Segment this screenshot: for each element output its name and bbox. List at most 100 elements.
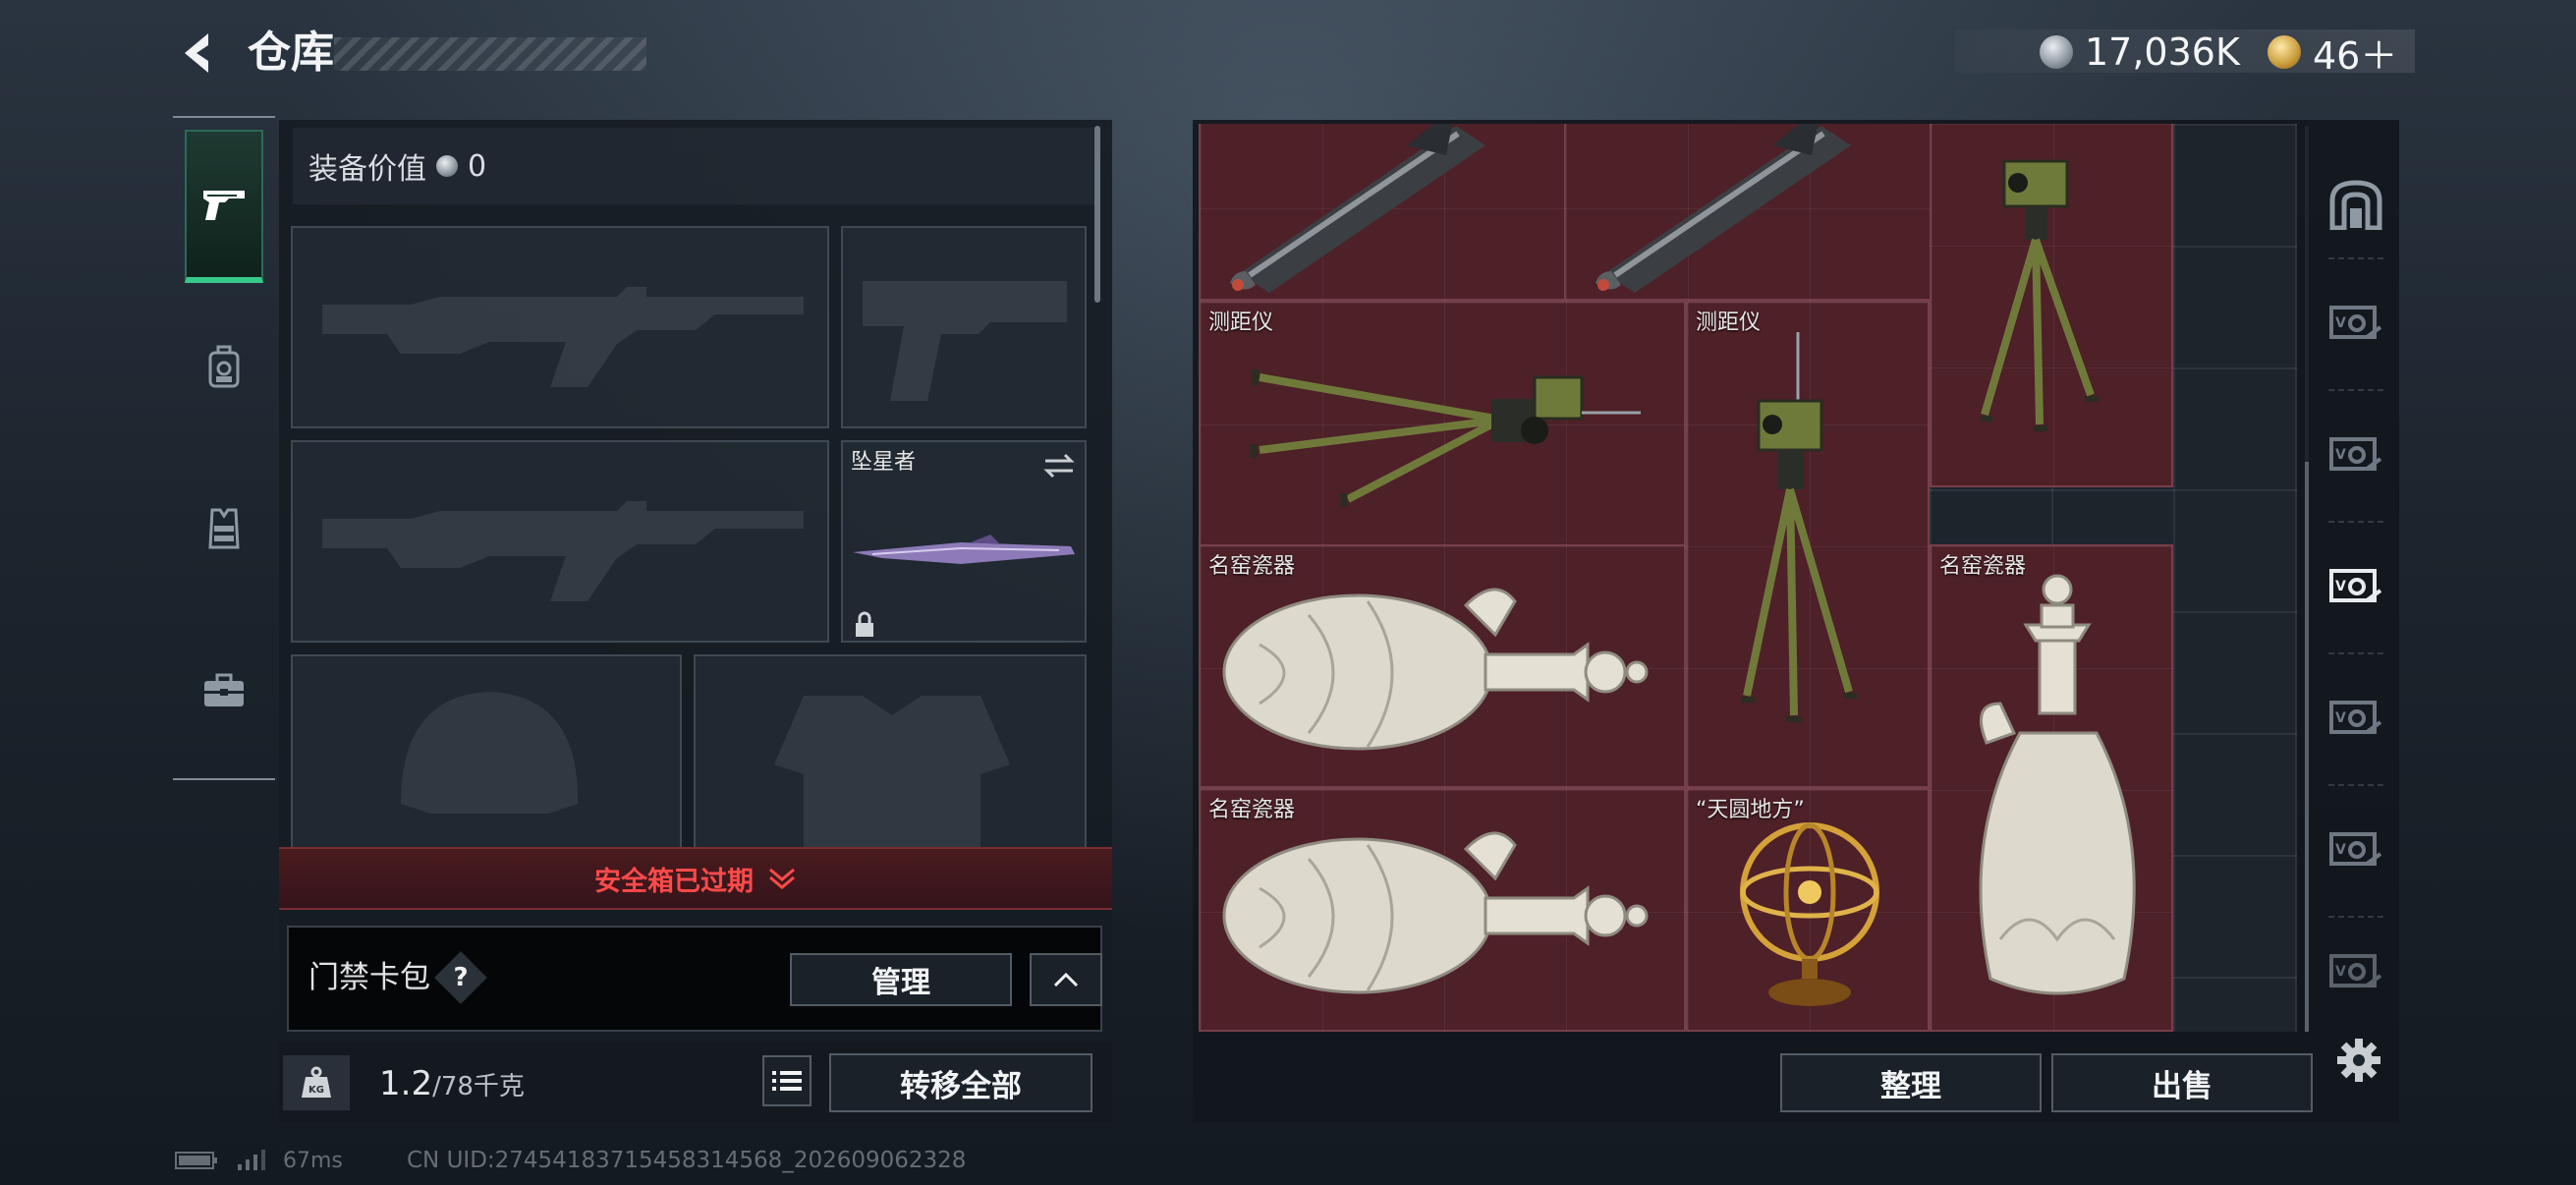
stash-item-armillary[interactable]: “天圆地方” bbox=[1686, 788, 1930, 1032]
equipment-scrollbar[interactable] bbox=[1094, 126, 1100, 303]
silver-coin-icon bbox=[436, 155, 458, 177]
safebox-expired-bar[interactable]: 安全箱已过期 bbox=[279, 847, 1112, 910]
lock-icon bbox=[856, 611, 873, 637]
primary-weapon-slot[interactable] bbox=[291, 226, 829, 428]
backpack-icon bbox=[208, 345, 240, 388]
manage-button[interactable]: 管理 bbox=[790, 953, 1012, 1006]
keycard-pack-label: 门禁卡包 bbox=[308, 960, 430, 995]
sell-button[interactable]: 出售 bbox=[2051, 1053, 2313, 1112]
gold-amount: 46＋ bbox=[2313, 33, 2398, 78]
settings-button[interactable] bbox=[2330, 1032, 2387, 1089]
rangefinder-icon bbox=[1250, 369, 1641, 507]
stash-item-porcelain[interactable]: 名窑瓷器 bbox=[1930, 544, 2173, 1032]
weight-current: 1.2 bbox=[379, 1064, 433, 1103]
pistol-silhouette-icon bbox=[863, 281, 1067, 401]
rail-divider bbox=[2328, 652, 2383, 654]
helmet-silhouette-icon bbox=[401, 692, 579, 814]
svg-text:V: V bbox=[2335, 710, 2346, 726]
stash-item-porcelain[interactable]: 名窑瓷器 bbox=[1199, 788, 1686, 1032]
equipment-value-label: 装备价值 bbox=[308, 152, 426, 187]
equipment-value-amount: 0 bbox=[468, 148, 487, 184]
weight-capacity: /78千克 bbox=[432, 1072, 525, 1101]
equipment-value: 装备价值 0 bbox=[293, 128, 1094, 204]
status-bar: 67ms bbox=[175, 1144, 343, 1177]
tab-case[interactable] bbox=[185, 617, 263, 764]
rail-divider bbox=[2328, 521, 2383, 523]
ping-value: 67ms bbox=[283, 1148, 343, 1173]
stash-item-rangefinder[interactable]: 测距仪 bbox=[1199, 301, 1686, 546]
swap-icon[interactable] bbox=[1041, 452, 1077, 480]
vest-icon bbox=[208, 508, 240, 549]
page-title: 仓库 bbox=[248, 28, 334, 78]
rangefinder-icon bbox=[1741, 332, 1857, 722]
collapse-button[interactable] bbox=[1030, 953, 1102, 1006]
stash-item-rangefinder[interactable]: 测距仪 bbox=[1686, 301, 1930, 788]
rail-item-page-4[interactable]: V bbox=[2317, 658, 2395, 776]
pistol-icon bbox=[203, 191, 245, 220]
svg-text:V: V bbox=[2335, 964, 2346, 980]
stash-item-rangefinder[interactable] bbox=[1930, 124, 2173, 487]
gold-currency[interactable]: 46＋ bbox=[2268, 26, 2397, 79]
armor-silhouette-icon bbox=[774, 696, 1010, 849]
user-uid: CN UID:274541837154583145​68_20260906232… bbox=[407, 1148, 967, 1173]
rail-divider bbox=[2328, 389, 2383, 391]
porcelain-vase-icon bbox=[1222, 588, 1649, 751]
tab-weapon[interactable] bbox=[185, 130, 263, 283]
rail-divider bbox=[2328, 916, 2383, 918]
list-icon bbox=[772, 1071, 802, 1091]
gear-icon bbox=[2337, 1039, 2380, 1082]
rail-item-home[interactable] bbox=[2317, 145, 2395, 263]
svg-text:V: V bbox=[2335, 315, 2346, 331]
safebox-status: 安全箱已过期 bbox=[594, 866, 754, 897]
porcelain-vase-icon bbox=[1979, 574, 2136, 995]
stash-item-porcelain[interactable]: 名窑瓷器 bbox=[1199, 544, 1686, 788]
storage-crate-icon: V bbox=[2329, 306, 2382, 339]
weight-kg-icon: KG bbox=[302, 1066, 331, 1098]
transfer-all-button[interactable]: 转移全部 bbox=[829, 1053, 1092, 1112]
storage-crate-icon: V bbox=[2329, 832, 2382, 866]
back-arrow-icon bbox=[185, 33, 208, 73]
rail-divider bbox=[2328, 784, 2383, 786]
weight-icon-box: KG bbox=[283, 1055, 350, 1110]
rail-item-page-2[interactable]: V bbox=[2317, 395, 2395, 513]
sidearm-slot[interactable] bbox=[841, 226, 1087, 428]
help-icon[interactable]: ? bbox=[442, 959, 479, 996]
svg-text:V: V bbox=[2335, 447, 2346, 463]
chevron-down-icon bbox=[769, 868, 795, 889]
stash-page-rail: V V V V V V bbox=[2317, 124, 2395, 1028]
stash-scroll-thumb[interactable] bbox=[2305, 462, 2309, 1032]
armillary-sphere-icon bbox=[1740, 822, 1879, 1006]
sort-button[interactable]: 整理 bbox=[1780, 1053, 2042, 1112]
melee-slot[interactable]: 坠星者 bbox=[841, 440, 1087, 643]
gold-coin-icon bbox=[2268, 35, 2301, 69]
tab-vest[interactable] bbox=[185, 454, 263, 601]
storage-crate-icon: V bbox=[2329, 569, 2382, 602]
rangefinder-icon bbox=[1981, 159, 2099, 431]
rail-item-page-3-active[interactable]: V bbox=[2317, 527, 2395, 645]
helmet-slot[interactable] bbox=[291, 654, 682, 851]
silver-amount: 17,036K bbox=[2085, 30, 2240, 74]
silver-currency: 17,036K bbox=[2040, 26, 2240, 79]
rifle-silhouette-icon bbox=[322, 501, 804, 601]
silver-coin-icon bbox=[2040, 35, 2073, 69]
back-button[interactable] bbox=[169, 24, 228, 83]
svg-text:KG: KG bbox=[308, 1085, 324, 1096]
weight-readout: 1.2/78千克 bbox=[379, 1059, 525, 1108]
chevron-up-icon bbox=[1053, 972, 1079, 988]
title-decoration bbox=[334, 37, 646, 71]
briefcase-icon bbox=[204, 673, 244, 706]
stash-grid: 测距仪 测距仪 名窑瓷器 名窑瓷器 名窑瓷器 “天圆地方” bbox=[1199, 124, 2297, 1032]
blade-icon bbox=[853, 535, 1075, 564]
rail-item-page-6[interactable]: V bbox=[2317, 922, 2395, 1020]
list-view-button[interactable] bbox=[762, 1055, 812, 1106]
tab-backpack[interactable] bbox=[185, 293, 263, 440]
rail-item-page-1[interactable]: V bbox=[2317, 263, 2395, 381]
secondary-weapon-slot[interactable] bbox=[291, 440, 829, 643]
rail-item-page-5[interactable]: V bbox=[2317, 790, 2395, 908]
svg-text:V: V bbox=[2335, 579, 2346, 594]
signal-icon bbox=[238, 1150, 265, 1170]
arch-stash-icon bbox=[2329, 180, 2382, 230]
armor-slot[interactable] bbox=[694, 654, 1087, 851]
melee-item-name: 坠星者 bbox=[851, 450, 917, 475]
storage-crate-icon: V bbox=[2329, 701, 2382, 734]
